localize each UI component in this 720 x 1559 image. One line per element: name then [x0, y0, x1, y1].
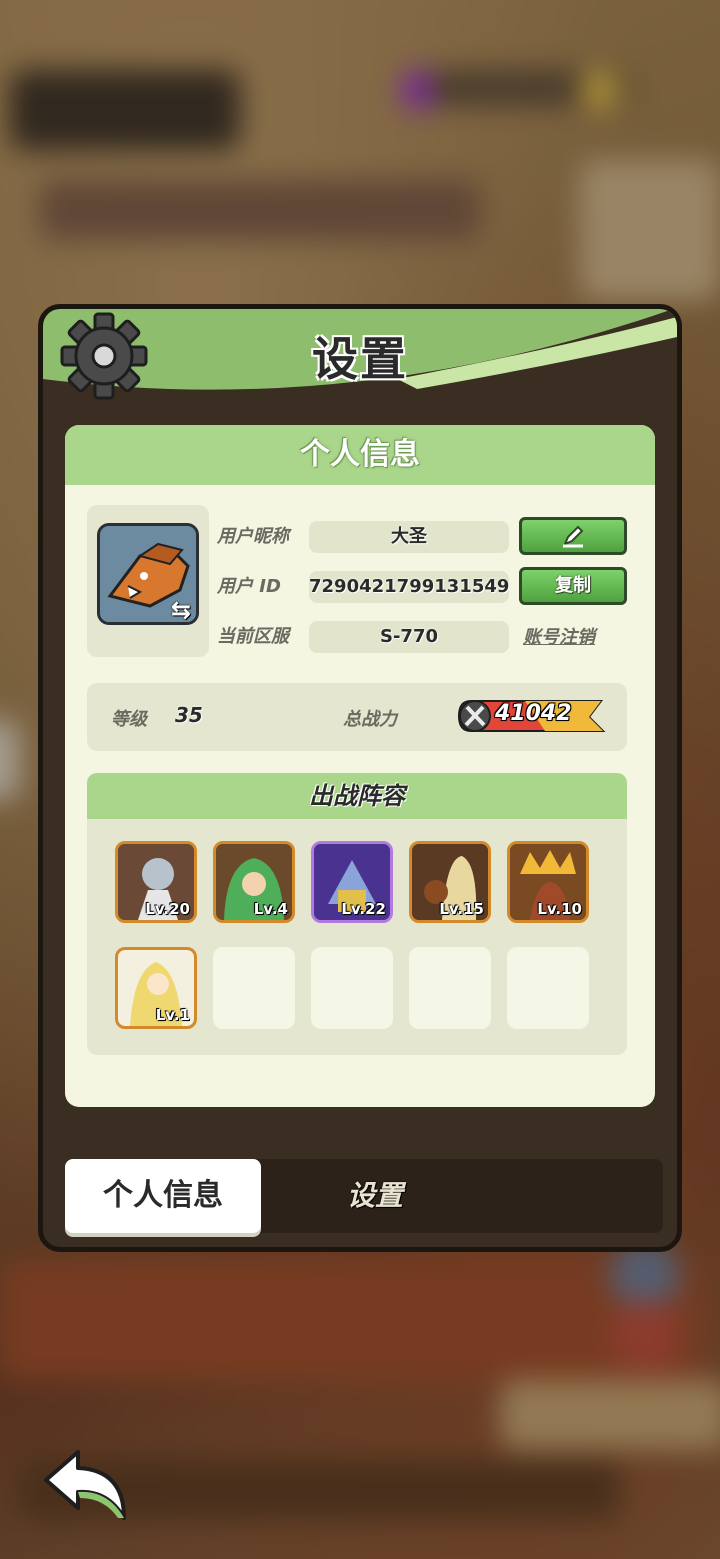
- nickname-label: 用户昵称: [217, 526, 289, 547]
- settings-dialog: 设置 个人信息 ⇆ 用户昵称 大圣 用户 ID 7290421799131549…: [38, 304, 682, 1252]
- tab-profile[interactable]: 个人信息: [65, 1159, 261, 1233]
- hero-level: Lv.1: [155, 1006, 190, 1024]
- user-id-label: 用户 ID: [217, 576, 281, 597]
- hero-slot-3[interactable]: Lv.22: [311, 841, 393, 923]
- copy-id-button[interactable]: 复制: [519, 567, 627, 605]
- hero-slot-2[interactable]: Lv.4: [213, 841, 295, 923]
- swap-avatar-icon[interactable]: ⇆: [171, 597, 197, 623]
- power-value: 41042: [495, 701, 572, 726]
- back-arrow-icon[interactable]: [38, 1446, 130, 1524]
- tab-settings[interactable]: 设置: [275, 1159, 475, 1233]
- hero-slot-5[interactable]: Lv.10: [507, 841, 589, 923]
- empty-hero-slot[interactable]: [311, 947, 393, 1029]
- hero-level: Lv.4: [253, 900, 288, 918]
- level-value: 35: [175, 703, 203, 727]
- hero-slot-4[interactable]: Lv.15: [409, 841, 491, 923]
- user-id-value: 72904217991315491: [309, 571, 509, 603]
- power-badge: 41042: [455, 697, 607, 735]
- account-logout-link[interactable]: 账号注销: [523, 623, 595, 649]
- stats-box: 等级 35 总战力 41042: [87, 683, 627, 751]
- nickname-value: 大圣: [309, 521, 509, 553]
- empty-hero-slot[interactable]: [507, 947, 589, 1029]
- hero-level: Lv.22: [341, 900, 386, 918]
- settings-tabs: 个人信息 设置: [65, 1159, 663, 1233]
- server-value: S-770: [309, 621, 509, 653]
- profile-card-header: 个人信息: [65, 425, 655, 485]
- avatar-box[interactable]: ⇆: [87, 505, 209, 657]
- hero-level: Lv.20: [145, 900, 190, 918]
- empty-hero-slot[interactable]: [409, 947, 491, 1029]
- dialog-title: 设置: [312, 332, 408, 386]
- hero-slot-6[interactable]: Lv.1: [115, 947, 197, 1029]
- hero-level: Lv.10: [537, 900, 582, 918]
- battle-lineup: 出战阵容 Lv.20 Lv.4 Lv.22 Lv.15 Lv.10 Lv.1: [87, 773, 627, 1055]
- pencil-icon: [563, 525, 584, 548]
- hero-level: Lv.15: [439, 900, 484, 918]
- hero-slot-1[interactable]: Lv.20: [115, 841, 197, 923]
- power-label: 总战力: [343, 709, 397, 730]
- level-label: 等级: [111, 709, 147, 730]
- lineup-header: 出战阵容: [87, 773, 627, 819]
- empty-hero-slot[interactable]: [213, 947, 295, 1029]
- profile-card: 个人信息 ⇆ 用户昵称 大圣 用户 ID 72904217991315491 复…: [65, 425, 655, 1107]
- server-label: 当前区服: [217, 626, 289, 647]
- edit-nickname-button[interactable]: [519, 517, 627, 555]
